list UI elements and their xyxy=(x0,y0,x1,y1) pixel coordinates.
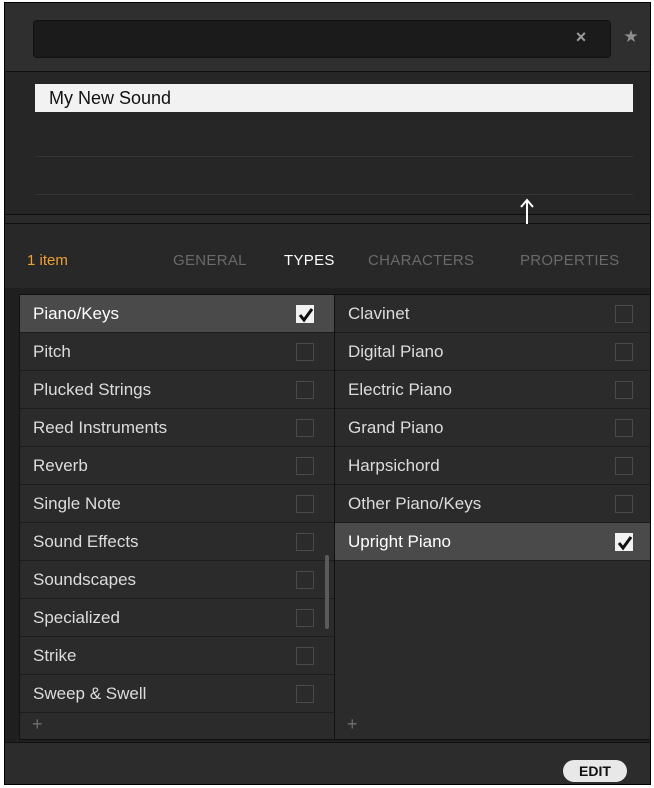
scrollbar-thumb[interactable] xyxy=(325,555,329,629)
tag-label: Piano/Keys xyxy=(33,304,119,323)
tab-types[interactable]: TYPES xyxy=(284,252,335,269)
result-list-divider xyxy=(35,194,633,195)
tag-row[interactable]: Sound Effects xyxy=(20,523,335,561)
tag-row[interactable]: Pitch xyxy=(20,333,335,371)
checkbox[interactable] xyxy=(296,343,314,361)
tag-row[interactable]: Grand Piano xyxy=(335,409,650,447)
tag-label: Reverb xyxy=(33,456,88,475)
search-bar: × ★ xyxy=(5,3,650,72)
tab-properties[interactable]: PROPERTIES xyxy=(520,252,619,269)
add-tag-icon[interactable]: + xyxy=(32,715,43,733)
checkbox[interactable] xyxy=(296,495,314,513)
tag-row[interactable]: Reed Instruments xyxy=(20,409,335,447)
tag-label: Strike xyxy=(33,646,77,665)
tag-label: Digital Piano xyxy=(348,342,444,361)
tag-label: Grand Piano xyxy=(348,418,444,437)
checkbox[interactable] xyxy=(296,457,314,475)
checkbox[interactable] xyxy=(296,419,314,437)
tag-label: Harpsichord xyxy=(348,456,440,475)
result-item[interactable]: My New Sound xyxy=(35,84,633,112)
favorite-star-icon[interactable]: ★ xyxy=(621,27,641,47)
tag-label: Soundscapes xyxy=(33,570,137,589)
checkbox[interactable] xyxy=(615,381,633,399)
tag-list-right: Clavinet Digital Piano Electric Piano Grand… xyxy=(334,294,650,740)
tag-label: Sweep & Swell xyxy=(33,684,147,703)
item-count: 1 item xyxy=(27,252,68,269)
checkbox[interactable] xyxy=(615,343,633,361)
checkbox[interactable] xyxy=(296,685,314,703)
tag-row[interactable]: Single Note xyxy=(20,485,335,523)
checkmark-icon xyxy=(617,536,633,551)
search-input[interactable] xyxy=(33,20,611,58)
checkbox[interactable] xyxy=(615,495,633,513)
tag-row[interactable]: Soundscapes xyxy=(20,561,335,599)
checked-checkbox[interactable] xyxy=(296,305,314,323)
tag-list-left: Piano/Keys Pitch Plucked Strings Reed Instr… xyxy=(19,294,336,740)
edit-button[interactable]: EDIT xyxy=(563,760,627,782)
tag-label: Plucked Strings xyxy=(33,380,152,399)
tag-row[interactable]: Electric Piano xyxy=(335,371,650,409)
checkmark-icon xyxy=(298,308,314,323)
checkbox[interactable] xyxy=(296,647,314,665)
checkbox[interactable] xyxy=(296,609,314,627)
tag-row[interactable]: Sweep & Swell xyxy=(20,675,335,713)
tag-label: Sound Effects xyxy=(33,532,139,551)
footer-bar: EDIT xyxy=(5,742,650,784)
checkbox[interactable] xyxy=(296,533,314,551)
tag-row[interactable]: Reverb xyxy=(20,447,335,485)
checkbox[interactable] xyxy=(615,419,633,437)
tab-characters[interactable]: CHARACTERS xyxy=(368,252,474,269)
tags-header: 1 item GENERAL TYPES CHARACTERS PROPERTI… xyxy=(5,224,650,288)
clear-icon[interactable]: × xyxy=(571,27,591,47)
tag-row[interactable]: Other Piano/Keys xyxy=(335,485,650,523)
tag-row[interactable]: Clavinet xyxy=(335,295,650,333)
add-tag-icon[interactable]: + xyxy=(347,715,358,733)
panel-splitter[interactable] xyxy=(5,214,650,224)
tag-label: Electric Piano xyxy=(348,380,452,399)
tag-editor-panel: × ★ My New Sound 1 item GENERAL TYPES CH… xyxy=(4,2,651,785)
checkbox[interactable] xyxy=(296,571,314,589)
result-list: My New Sound xyxy=(5,72,650,214)
checkbox[interactable] xyxy=(615,457,633,475)
tag-row[interactable]: Plucked Strings xyxy=(20,371,335,409)
tag-row[interactable]: Specialized xyxy=(20,599,335,637)
checked-checkbox[interactable] xyxy=(615,533,633,551)
tab-general[interactable]: GENERAL xyxy=(173,252,247,269)
tag-label: Other Piano/Keys xyxy=(348,494,482,513)
tag-label: Upright Piano xyxy=(348,532,452,551)
tag-row[interactable]: Strike xyxy=(20,637,335,675)
tag-columns: Piano/Keys Pitch Plucked Strings Reed Instr… xyxy=(5,288,650,742)
tag-label: Clavinet xyxy=(348,304,410,323)
tag-row[interactable]: Upright Piano xyxy=(335,523,650,561)
checkbox[interactable] xyxy=(615,305,633,323)
tag-label: Pitch xyxy=(33,342,71,361)
tag-label: Single Note xyxy=(33,494,121,513)
checkbox[interactable] xyxy=(296,381,314,399)
tag-label: Specialized xyxy=(33,608,120,627)
result-list-divider xyxy=(35,156,633,157)
tag-row[interactable]: Digital Piano xyxy=(335,333,650,371)
tag-label: Reed Instruments xyxy=(33,418,168,437)
tag-row[interactable]: Piano/Keys xyxy=(20,295,335,333)
tag-row[interactable]: Harpsichord xyxy=(335,447,650,485)
